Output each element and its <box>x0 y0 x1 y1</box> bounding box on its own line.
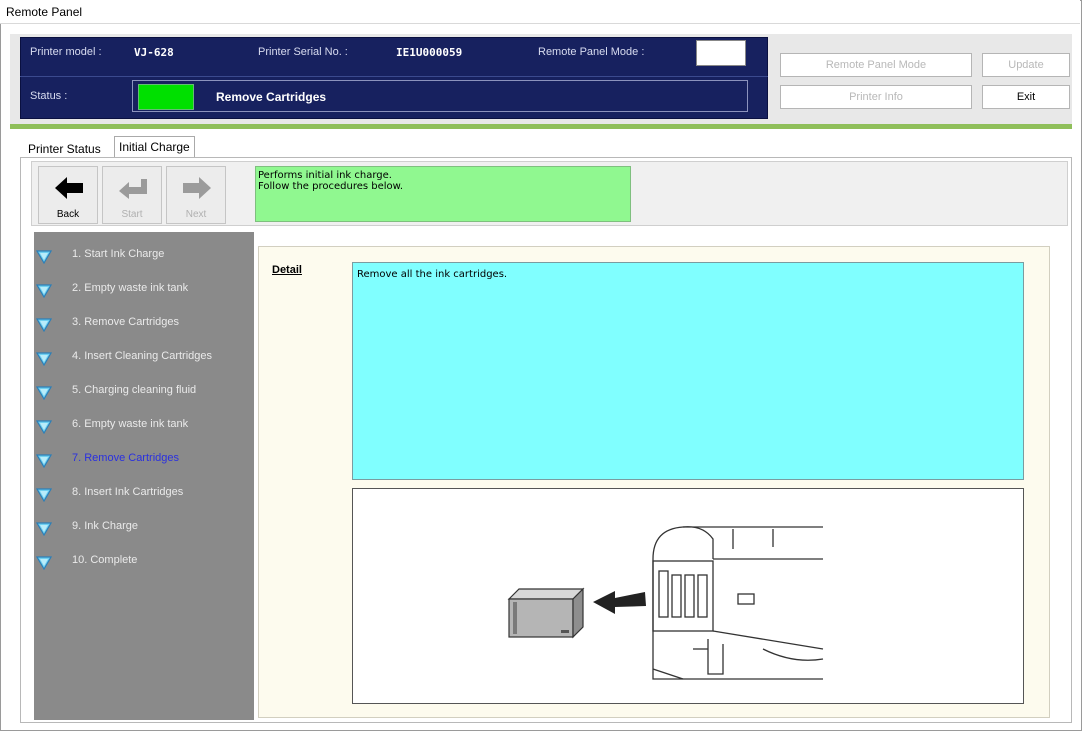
illustration-box <box>352 488 1024 704</box>
window-title: Remote Panel <box>6 5 83 19</box>
step-item: 8. Insert Ink Cartridges <box>34 484 254 506</box>
step-item: 2. Empty waste ink tank <box>34 280 254 302</box>
start-button-label: Start <box>121 209 143 220</box>
remote-panel-mode-indicator <box>696 40 746 66</box>
title-bar: Remote Panel <box>0 0 1080 24</box>
step-triangle-icon <box>36 318 52 332</box>
step-label: 7. Remove Cartridges <box>72 452 179 464</box>
step-label: 4. Insert Cleaning Cartridges <box>72 350 213 362</box>
step-item: 1. Start Ink Charge <box>34 246 254 268</box>
step-item: 10. Complete <box>34 552 254 574</box>
step-label: 6. Empty waste ink tank <box>72 418 189 430</box>
next-arrow-icon <box>183 177 211 199</box>
step-item: 4. Insert Cleaning Cartridges <box>34 348 254 370</box>
back-button-label: Back <box>56 209 80 220</box>
remove-cartridge-illustration <box>507 526 824 680</box>
detail-label: Detail <box>272 264 302 276</box>
step-triangle-icon <box>36 386 52 400</box>
message-line-2: Follow the procedures below. <box>258 181 404 192</box>
return-arrow-icon <box>119 179 147 199</box>
step-label: 2. Empty waste ink tank <box>72 282 189 294</box>
step-triangle-icon <box>36 522 52 536</box>
step-triangle-icon <box>36 488 52 502</box>
status-label: Status : <box>30 90 68 102</box>
status-indicator-led <box>138 84 194 110</box>
header-accent-strip <box>10 124 1072 129</box>
header-divider <box>20 76 768 77</box>
update-button[interactable]: Update <box>982 53 1070 77</box>
step-triangle-icon <box>36 454 52 468</box>
detail-text: Remove all the ink cartridges. <box>357 269 508 280</box>
remote-panel-mode-button[interactable]: Remote Panel Mode <box>780 53 972 77</box>
instruction-message: Performs initial ink charge. Follow the … <box>255 166 631 222</box>
printer-model-label: Printer model : <box>30 46 102 58</box>
serial-number-value: IE1U000059 <box>396 46 463 59</box>
step-item: 5. Charging cleaning fluid <box>34 382 254 404</box>
step-triangle-icon <box>36 250 52 264</box>
step-item: 9. Ink Charge <box>34 518 254 540</box>
step-triangle-icon <box>36 556 52 570</box>
next-button[interactable]: Next <box>166 166 226 224</box>
procedure-steps-list: 1. Start Ink Charge 2. Empty waste ink t… <box>34 232 254 720</box>
detail-text-box: Remove all the ink cartridges. <box>352 262 1024 480</box>
status-text: Remove Cartridges <box>216 90 327 104</box>
step-label: 10. Complete <box>72 554 138 566</box>
step-label: 3. Remove Cartridges <box>72 316 179 328</box>
printer-info-button[interactable]: Printer Info <box>780 85 972 109</box>
next-button-label: Next <box>185 209 207 220</box>
back-button[interactable]: Back <box>38 166 98 224</box>
step-label: 5. Charging cleaning fluid <box>72 384 197 396</box>
message-line-1: Performs initial ink charge. <box>258 170 392 181</box>
step-item: 3. Remove Cartridges <box>34 314 254 336</box>
remote-panel-mode-label: Remote Panel Mode : <box>538 46 645 58</box>
exit-button[interactable]: Exit <box>982 85 1070 109</box>
step-item: 6. Empty waste ink tank <box>34 416 254 438</box>
step-item-current: 7. Remove Cartridges <box>34 450 254 472</box>
step-label: 8. Insert Ink Cartridges <box>72 486 184 498</box>
serial-number-label: Printer Serial No. : <box>258 46 348 58</box>
step-label: 9. Ink Charge <box>72 520 139 532</box>
step-triangle-icon <box>36 420 52 434</box>
step-triangle-icon <box>36 284 52 298</box>
back-arrow-icon <box>55 177 83 199</box>
start-button[interactable]: Start <box>102 166 162 224</box>
step-triangle-icon <box>36 352 52 366</box>
printer-model-value: VJ-628 <box>134 46 174 59</box>
step-label: 1. Start Ink Charge <box>72 248 165 260</box>
